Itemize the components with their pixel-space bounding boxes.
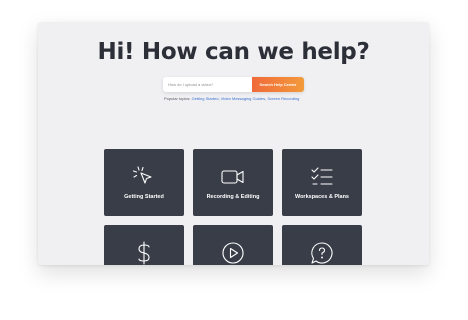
question-bubble-icon [311,242,333,264]
card-label: Workspaces & Plans [294,194,349,200]
search-help-center-button[interactable]: Search Help Center [252,77,304,92]
card-label: Getting Started [124,194,164,200]
page-title: Hi! How can we help? [97,39,370,65]
search-bar: Search Help Center [163,77,304,92]
help-center-window: Hi! How can we help? Search Help Center … [38,22,429,265]
dollar-icon [138,241,150,265]
category-card-faq[interactable] [282,225,362,265]
topic-link-screen-recording[interactable]: Screen Recording [267,96,299,101]
category-card-getting-started[interactable]: Getting Started [104,149,184,216]
checklist-icon [311,167,333,185]
card-label: Recording & Editing [206,194,260,200]
play-circle-icon [222,242,244,264]
popular-topics-prefix: Popular topics: [164,96,191,101]
category-card-workspaces-plans[interactable]: Workspaces & Plans [282,149,362,216]
topic-link-getting-started[interactable]: Getting Started [192,96,219,101]
category-card-billing[interactable] [104,225,184,265]
search-input[interactable] [163,77,252,92]
topic-link-video-messaging-guides[interactable]: Video Messaging Guides [221,96,265,101]
category-card-recording-editing[interactable]: Recording & Editing [193,149,273,216]
cursor-click-icon [132,166,152,184]
video-camera-icon [221,170,244,184]
popular-topics: Popular topics: Getting Started, Video M… [164,96,299,101]
category-card-playback[interactable] [193,225,273,265]
